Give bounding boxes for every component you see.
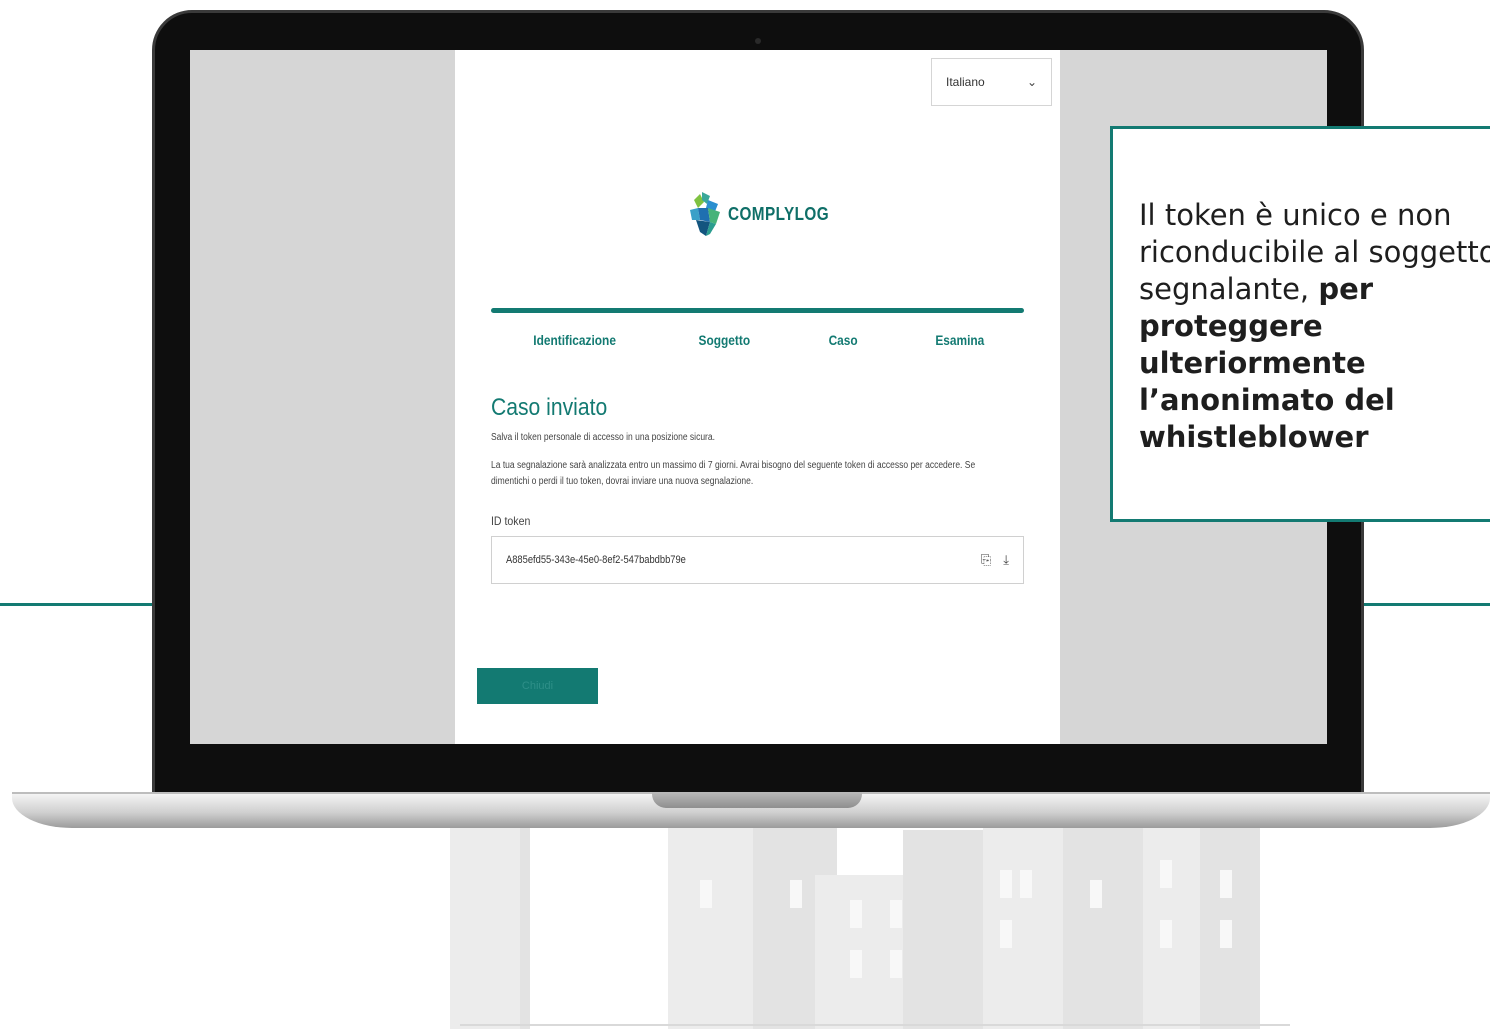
step-esamina[interactable]: Esamina	[935, 332, 984, 348]
complylog-logo-icon	[690, 192, 720, 236]
step-identificazione[interactable]: Identificazione	[534, 332, 617, 348]
chevron-down-icon: ⌄	[1026, 75, 1037, 89]
callout-text-normal: Il token è unico e non riconducibile al …	[1139, 198, 1490, 306]
ground-line	[460, 1024, 1290, 1026]
step-soggetto[interactable]: Soggetto	[699, 332, 751, 348]
right-accent-line	[1362, 603, 1490, 606]
language-select-value: Italiano	[946, 75, 985, 89]
copy-icon[interactable]: ⎘	[981, 552, 991, 568]
page-title: Caso inviato	[491, 394, 608, 421]
instruction-text: Salva il token personale di accesso in u…	[491, 432, 715, 443]
download-icon[interactable]: ⤓	[1003, 552, 1009, 568]
camera-icon	[755, 38, 761, 44]
left-accent-line	[0, 603, 160, 606]
progress-bar	[491, 308, 1024, 313]
close-button[interactable]: Chiudi	[477, 668, 598, 704]
step-tabs: Identificazione Soggetto Caso Esamina	[491, 332, 1024, 348]
web-page: Italiano ⌄ COMPLYLOG Identificazione Sog…	[455, 50, 1060, 744]
step-caso[interactable]: Caso	[828, 332, 857, 348]
language-select[interactable]: Italiano ⌄	[931, 58, 1052, 106]
brand-name: COMPLYLOG	[728, 203, 830, 224]
description-text: La tua segnalazione sarà analizzata entr…	[491, 460, 976, 487]
callout-text: Il token è unico e non riconducibile al …	[1139, 197, 1490, 456]
token-label: ID token	[491, 514, 531, 528]
token-value: A885efd55-343e-45e0-8ef2-547babdbb79e	[506, 554, 686, 566]
info-callout: Il token è unico e non riconducibile al …	[1110, 126, 1490, 522]
token-field[interactable]: A885efd55-343e-45e0-8ef2-547babdbb79e ⎘ …	[491, 536, 1024, 584]
laptop-notch	[652, 792, 862, 808]
brand-logo: COMPLYLOG	[690, 190, 847, 238]
